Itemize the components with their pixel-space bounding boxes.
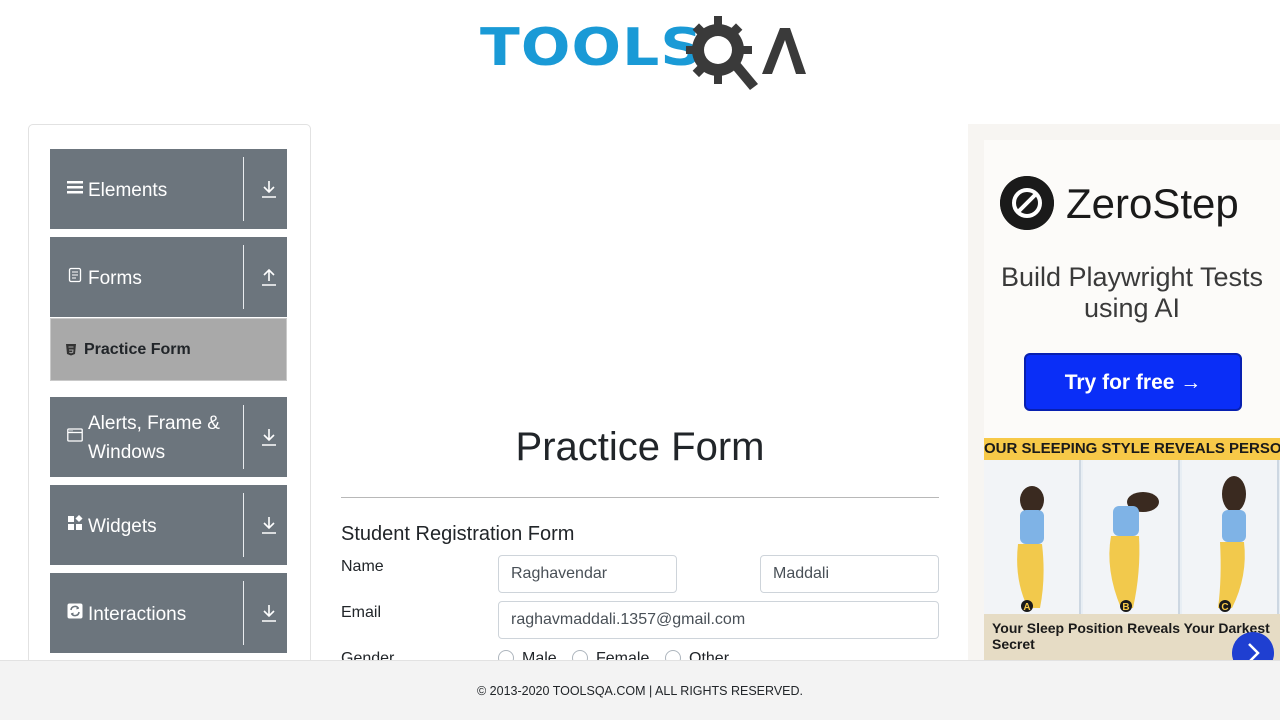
sidebar-group-label: Widgets [88, 516, 157, 537]
sidebar-group-interactions[interactable]: Interactions [50, 573, 287, 653]
last-name-input[interactable] [760, 555, 939, 593]
window-icon [67, 428, 83, 442]
practice-form-label: Practice Form [84, 341, 191, 358]
pic-label-b: B [1122, 602, 1129, 613]
upload-arrow-icon[interactable] [260, 267, 278, 287]
ad-brand: ZeroStep [1000, 164, 1280, 244]
email-input[interactable] [498, 601, 939, 639]
sidebar-group-elements[interactable]: Elements [50, 149, 287, 229]
group-divider [243, 157, 244, 221]
site-footer: © 2013-2020 TOOLSQA.COM | ALL RIGHTS RES… [0, 660, 1280, 720]
pic-label-a: A [1023, 602, 1030, 613]
main-content: Practice Form Student Registration Form … [341, 124, 939, 667]
group-divider [243, 581, 244, 645]
page-title: Practice Form [515, 425, 765, 469]
download-arrow-icon[interactable] [260, 603, 278, 623]
footer-copyright: © 2013-2020 TOOLSQA.COM | ALL RIGHTS RES… [476, 684, 803, 698]
title-divider [341, 497, 939, 498]
sleeping-figure-b: B [1083, 460, 1180, 614]
form-title: Student Registration Form [341, 523, 575, 545]
interactions-icon [67, 603, 83, 619]
pic-label-c: C [1221, 602, 1228, 613]
sleeping-figure-c: C [1182, 460, 1279, 614]
document-icon [68, 267, 82, 283]
email-label: Email [341, 604, 382, 621]
sidebar-group-alerts[interactable]: Alerts, Frame & Windows [50, 397, 287, 477]
ad-brand-name: ZeroStep [1066, 180, 1239, 227]
sidebar-group-label: Interactions [88, 604, 187, 625]
ad-strip-text: OUR SLEEPING STYLE REVEALS PERSONALIT [984, 438, 1280, 460]
download-arrow-icon[interactable] [260, 427, 278, 447]
widgets-icon [68, 515, 83, 530]
sidebar-group-label: Forms [88, 268, 142, 289]
left-panel: Elements Forms Practice Form Alerts, Fra… [28, 124, 311, 684]
toolsqa-logo[interactable]: TOOLS [480, 14, 806, 94]
sidebar-item-practice-form[interactable]: Practice Form [50, 318, 287, 381]
ad-image-panel: A B C [984, 460, 1280, 614]
group-divider [243, 245, 244, 309]
logo-qa-mark [686, 16, 806, 90]
group-divider [243, 493, 244, 557]
zerostep-logo-icon [1000, 176, 1054, 230]
sidebar-group-forms[interactable]: Forms [50, 237, 287, 317]
try-for-free-button[interactable]: Try for free → [1024, 353, 1242, 411]
hamburger-icon [67, 181, 83, 194]
html5-icon [66, 344, 76, 356]
download-arrow-icon[interactable] [260, 179, 278, 199]
sleeping-figure-a: A [984, 460, 1081, 614]
advertisement[interactable]: ZeroStep Build Playwright Tests using AI… [968, 124, 1280, 660]
sidebar-group-widgets[interactable]: Widgets [50, 485, 287, 565]
ad-headline: Build Playwright Tests using AI [1000, 262, 1264, 323]
name-label: Name [341, 558, 384, 575]
sidebar-group-label: Elements [88, 180, 168, 201]
site-header: TOOLS [0, 0, 1280, 100]
logo-tools-text: TOOLS [480, 18, 704, 78]
sidebar-group-label: Alerts, Frame & Windows [88, 413, 220, 463]
download-arrow-icon[interactable] [260, 515, 278, 535]
first-name-input[interactable] [498, 555, 677, 593]
group-divider [243, 405, 244, 469]
